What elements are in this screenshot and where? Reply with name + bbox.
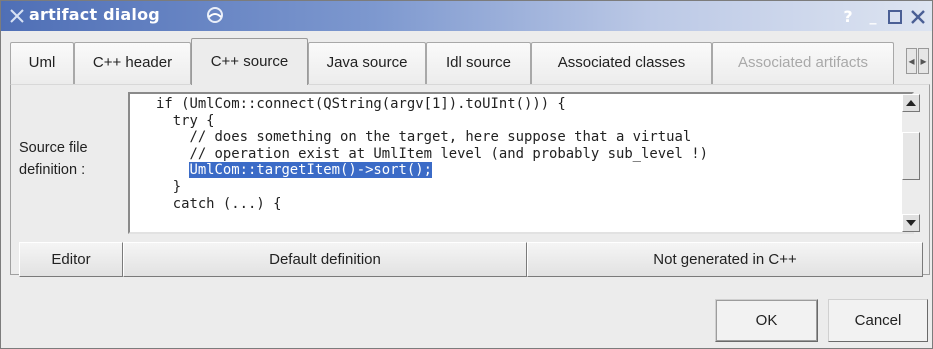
default-definition-button[interactable]: Default definition: [123, 242, 527, 277]
title-bar[interactable]: artifact dialog ? _: [1, 1, 932, 31]
close-button[interactable]: [910, 9, 926, 25]
minimize-button[interactable]: _: [865, 7, 881, 27]
tab-java-source[interactable]: Java source: [308, 42, 426, 84]
tab-cpp-header[interactable]: C++ header: [74, 42, 191, 84]
tab-associated-artifacts: Associated artifacts: [712, 42, 894, 84]
tab-scroll-right-icon[interactable]: ▸: [918, 48, 929, 74]
tab-scroll-left-icon[interactable]: ◂: [906, 48, 917, 74]
tab-uml[interactable]: Uml: [10, 42, 74, 84]
source-file-definition-label: Source file definition :: [19, 140, 88, 178]
tab-idl-source[interactable]: Idl source: [426, 42, 531, 84]
scroll-up-icon[interactable]: [902, 94, 920, 112]
window-title: artifact dialog: [29, 5, 160, 24]
source-code-text[interactable]: if (UmlCom::connect(QString(argv[1]).toU…: [156, 96, 708, 212]
selected-code: UmlCom::targetItem()->sort();: [189, 162, 432, 179]
scrollbar-thumb[interactable]: [902, 132, 920, 180]
tab-associated-classes[interactable]: Associated classes: [531, 42, 712, 84]
help-button[interactable]: ?: [840, 7, 856, 27]
source-code-editor[interactable]: if (UmlCom::connect(QString(argv[1]).toU…: [128, 92, 914, 234]
editor-vertical-scrollbar[interactable]: [902, 94, 922, 232]
tab-cpp-source[interactable]: C++ source: [191, 38, 308, 85]
artifact-dialog-window: artifact dialog ? _ Uml C++ header C++ s…: [0, 0, 933, 349]
swirl-icon: [207, 7, 223, 23]
tab-bar: Uml C++ header C++ source Java source Id…: [1, 34, 932, 85]
cancel-button[interactable]: Cancel: [828, 299, 928, 342]
app-icon: [10, 9, 24, 23]
maximize-button[interactable]: [887, 9, 903, 25]
ok-button[interactable]: OK: [715, 299, 818, 342]
scroll-down-icon[interactable]: [902, 214, 920, 232]
not-generated-button[interactable]: Not generated in C++: [527, 242, 923, 277]
editor-button[interactable]: Editor: [19, 242, 123, 277]
